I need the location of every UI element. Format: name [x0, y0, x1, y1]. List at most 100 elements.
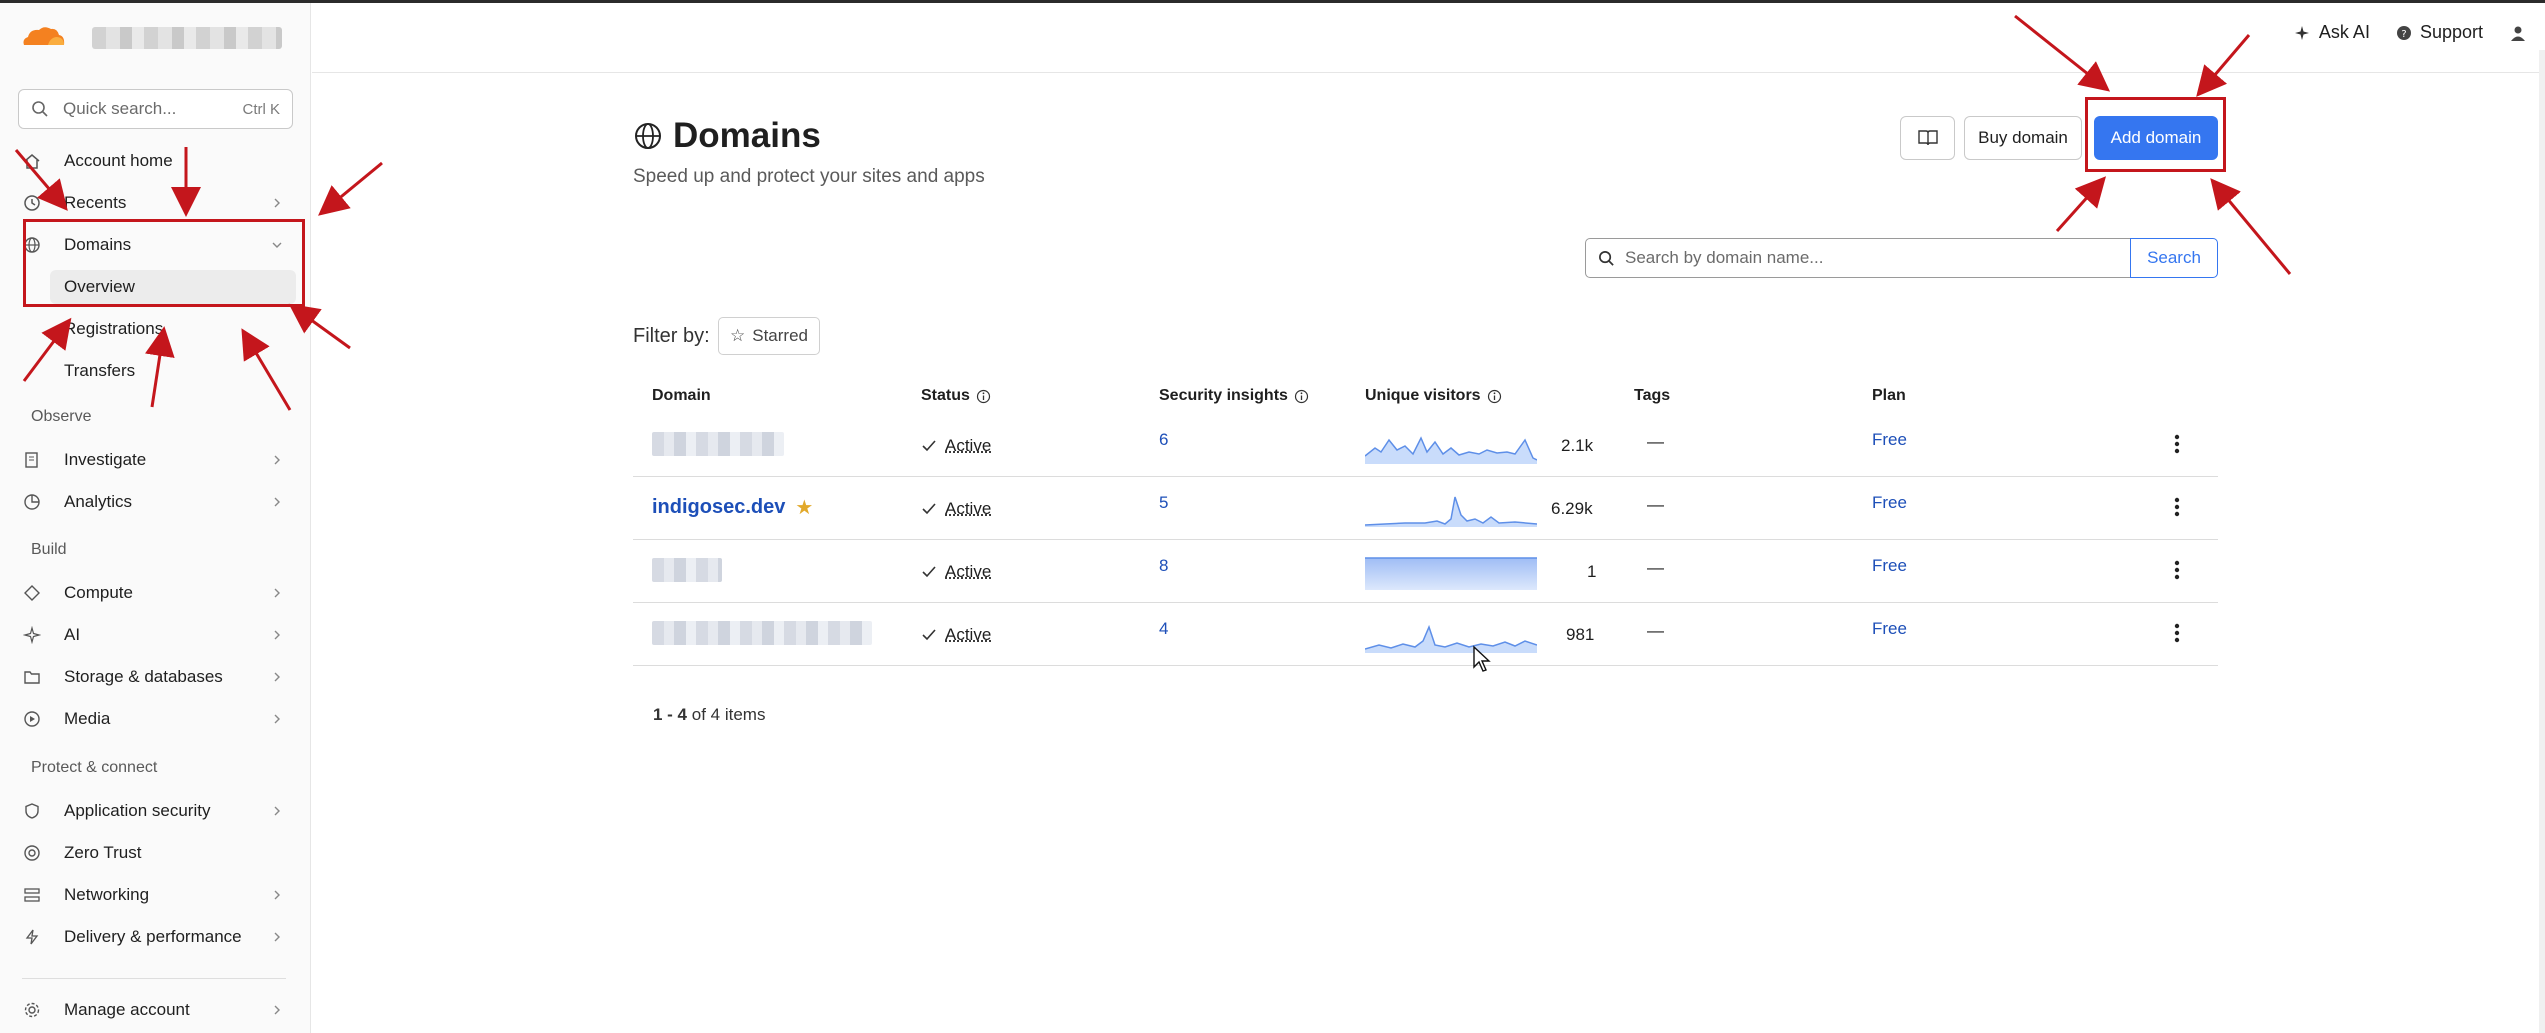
info-icon[interactable]: [976, 389, 991, 404]
sidebar-item-storage[interactable]: Storage & databases: [22, 660, 290, 694]
filter-label: Filter by:: [633, 325, 710, 347]
sidebar-item-transfers[interactable]: Transfers: [50, 354, 296, 388]
shortcut-hint: Ctrl K: [242, 100, 281, 118]
sidebar-item-recents[interactable]: Recents: [22, 186, 290, 220]
plan-link[interactable]: Free: [1872, 430, 1907, 450]
column-header-label: Security insights: [1159, 387, 1288, 404]
home-icon: [22, 151, 42, 171]
mouse-cursor-icon: [1473, 645, 1491, 672]
status-label[interactable]: Active: [945, 562, 991, 582]
table-row[interactable]: Active 4 981 — Free: [633, 603, 2218, 666]
info-icon[interactable]: [1487, 389, 1502, 404]
more-options-icon[interactable]: [2174, 623, 2180, 643]
domain-name-redacted[interactable]: [652, 621, 872, 645]
security-insights-count: 4: [1159, 619, 1169, 638]
sidebar-item-label: Registrations: [64, 319, 164, 338]
svg-text:?: ?: [2401, 29, 2406, 40]
column-header-security[interactable]: Security insights: [1159, 387, 1309, 405]
chevron-right-icon: [274, 497, 280, 507]
annotation-arrow: [2055, 176, 2107, 233]
buy-domain-button[interactable]: Buy domain: [1964, 116, 2082, 160]
visitors-value: 2.1k: [1561, 436, 1594, 455]
sidebar-item-compute[interactable]: Compute: [22, 576, 290, 610]
sidebar-item-investigate[interactable]: Investigate: [22, 443, 290, 477]
sidebar-item-account-home[interactable]: Account home: [22, 144, 290, 178]
annotation-box-add-domain: [2085, 97, 2226, 172]
sidebar-item-label: Account home: [64, 151, 173, 170]
search-icon: [32, 101, 48, 117]
starred-filter-button[interactable]: ☆ Starred: [718, 317, 820, 355]
domain-name-redacted[interactable]: [652, 558, 722, 582]
user-icon: [2511, 26, 2525, 41]
plan-value: Free: [1872, 556, 1907, 575]
page-scrollbar[interactable]: [2539, 50, 2545, 1033]
plan-link[interactable]: Free: [1872, 556, 1907, 576]
sidebar-item-manage-account[interactable]: Manage account: [22, 993, 290, 1027]
sidebar-item-label: Compute: [64, 583, 133, 602]
status-label[interactable]: Active: [945, 625, 991, 645]
security-insights-link[interactable]: 5: [1159, 493, 1168, 513]
ai-sparkle-icon: [2294, 25, 2309, 40]
support-button[interactable]: ? Support: [2396, 22, 2483, 43]
star-outline-icon: ☆: [730, 326, 746, 345]
column-header-label: Domain: [652, 387, 711, 404]
security-insights-link[interactable]: 4: [1159, 619, 1168, 639]
sidebar-item-label: Networking: [64, 885, 150, 904]
cloudflare-logo[interactable]: [20, 25, 66, 47]
chevron-right-icon: [274, 588, 280, 598]
security-insights-link[interactable]: 6: [1159, 430, 1168, 450]
storage-icon: [22, 667, 42, 687]
annotation-arrow: [2196, 34, 2251, 97]
sidebar-item-label: AI: [64, 625, 81, 644]
column-header-domain[interactable]: Domain: [652, 387, 711, 405]
sidebar-item-analytics[interactable]: Analytics: [22, 485, 290, 519]
networking-icon: [22, 885, 42, 905]
tags-cell: —: [1647, 495, 1664, 515]
status-label[interactable]: Active: [945, 499, 991, 519]
info-icon[interactable]: [1294, 389, 1309, 404]
search-button[interactable]: Search: [2130, 238, 2218, 278]
annotation-arrow: [318, 161, 383, 216]
star-filled-icon[interactable]: ★: [795, 495, 813, 520]
table-row[interactable]: Active 8 1 — Free: [633, 540, 2218, 603]
documentation-button[interactable]: [1900, 116, 1955, 160]
pagination-summary: 1 - 4 of 4 items: [653, 705, 765, 725]
security-insights-link[interactable]: 8: [1159, 556, 1168, 576]
table-row[interactable]: indigosec.dev ★ Active 5 6.29k — Free: [633, 477, 2218, 540]
account-name-redacted[interactable]: [92, 27, 282, 49]
sidebar-item-registrations[interactable]: Registrations: [50, 312, 296, 346]
chevron-right-icon: [274, 806, 280, 816]
sidebar-item-ai[interactable]: AI: [22, 618, 290, 652]
sidebar-item-label: Investigate: [64, 450, 147, 469]
plan-link[interactable]: Free: [1872, 493, 1907, 513]
column-header-visitors[interactable]: Unique visitors: [1365, 387, 1502, 405]
sidebar-item-delivery[interactable]: Delivery & performance: [22, 920, 290, 954]
column-header-status[interactable]: Status: [921, 387, 991, 405]
column-header-label: Unique visitors: [1365, 387, 1481, 404]
quick-search-input[interactable]: Quick search... Ctrl K: [18, 89, 293, 129]
sidebar-item-networking[interactable]: Networking: [22, 878, 290, 912]
column-header-tags[interactable]: Tags: [1634, 387, 1670, 405]
sidebar-item-media[interactable]: Media: [22, 702, 290, 736]
more-options-icon[interactable]: [2174, 560, 2180, 580]
annotation-arrow: [2014, 14, 2111, 92]
plan-link[interactable]: Free: [1872, 619, 1907, 639]
domain-link[interactable]: indigosec.dev: [652, 496, 785, 519]
sidebar-item-label: Manage account: [64, 1000, 190, 1019]
column-header-plan[interactable]: Plan: [1872, 387, 1906, 405]
lightning-icon: [22, 927, 42, 947]
sidebar-item-zero-trust[interactable]: Zero Trust: [22, 836, 290, 870]
domain-search-input[interactable]: Search by domain name...: [1585, 238, 2131, 278]
chevron-right-icon: [274, 455, 280, 465]
sidebar-item-application-security[interactable]: Application security: [22, 794, 290, 828]
ask-ai-button[interactable]: Ask AI: [2293, 22, 2370, 43]
visitors-value: 981: [1566, 625, 1595, 644]
more-options-icon[interactable]: [2174, 434, 2180, 454]
more-options-icon[interactable]: [2174, 497, 2180, 517]
status-label[interactable]: Active: [945, 436, 991, 456]
table-row[interactable]: Active 6 2.1k — Free: [633, 414, 2218, 477]
check-icon: [922, 503, 936, 515]
domain-name-redacted[interactable]: [652, 432, 784, 456]
sidebar-item-label: Storage & databases: [64, 667, 223, 686]
user-menu-button[interactable]: [2509, 24, 2527, 42]
